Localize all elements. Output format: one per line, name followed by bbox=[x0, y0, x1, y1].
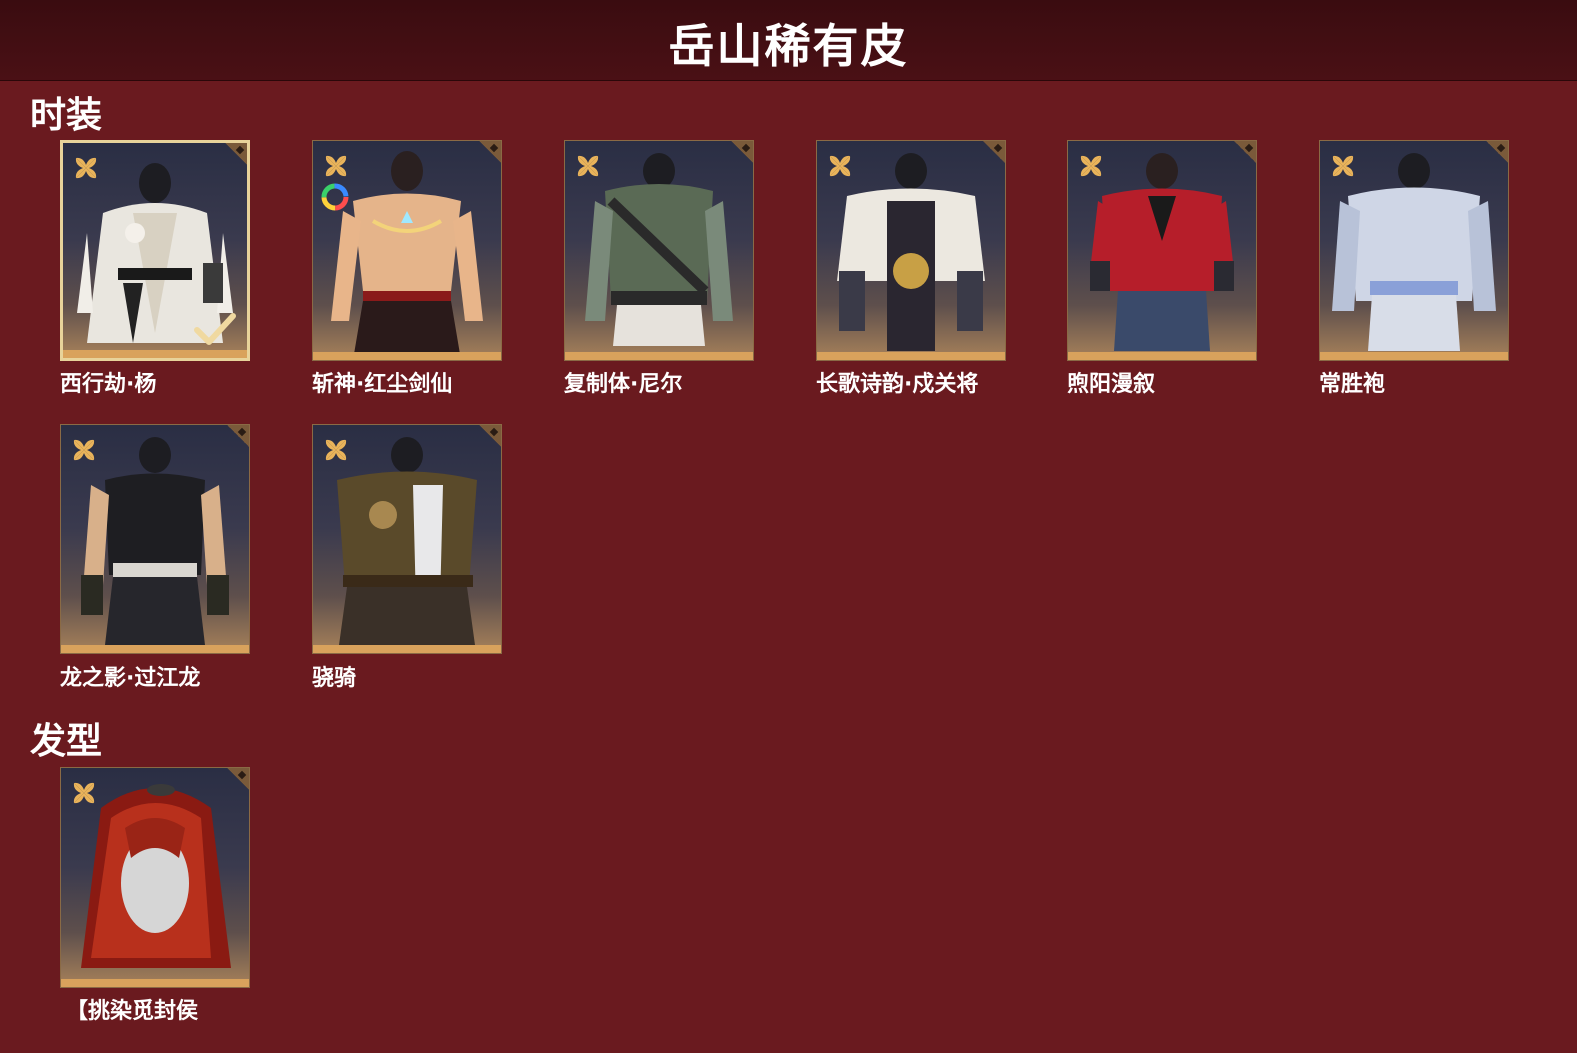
corner-tab-icon bbox=[479, 425, 501, 447]
card-bottom-strip bbox=[61, 979, 249, 987]
card-bottom-strip bbox=[313, 352, 501, 360]
four-petal-flower-icon bbox=[325, 439, 347, 461]
outfit-thumbnail bbox=[816, 140, 1006, 361]
outfit-card[interactable]: 斩神·红尘剑仙 bbox=[312, 140, 502, 397]
four-petal-flower-icon bbox=[577, 155, 599, 177]
hairstyle-name: 【挑染觅封侯 bbox=[66, 999, 199, 1024]
hairstyle-thumbnail bbox=[60, 767, 250, 988]
card-bottom-strip bbox=[1068, 352, 1256, 360]
outfit-thumbnail bbox=[1319, 140, 1509, 361]
corner-tab-icon bbox=[1234, 141, 1256, 163]
outfit-name: 骁骑 bbox=[312, 666, 357, 691]
color-ring-icon bbox=[321, 183, 349, 211]
section-label-hairstyles: 发型 bbox=[30, 721, 103, 762]
section-label-outfits: 时装 bbox=[30, 95, 103, 136]
outfit-thumbnail bbox=[312, 140, 502, 361]
outfit-thumbnail bbox=[60, 140, 250, 361]
card-bottom-strip bbox=[313, 645, 501, 653]
card-bottom-strip bbox=[63, 350, 247, 358]
four-petal-flower-icon bbox=[325, 155, 347, 177]
four-petal-flower-icon bbox=[75, 157, 97, 179]
outfit-name: 煦阳漫叙 bbox=[1067, 372, 1156, 397]
outfit-card[interactable]: 复制体·尼尔 bbox=[564, 140, 754, 397]
card-bottom-strip bbox=[565, 352, 753, 360]
corner-tab-icon bbox=[1486, 141, 1508, 163]
outfit-name: 西行劫·杨 bbox=[60, 372, 157, 397]
outfit-card[interactable]: 西行劫·杨 bbox=[60, 140, 250, 397]
hairstyle-card[interactable]: 【挑染觅封侯 bbox=[60, 767, 250, 1024]
page-title: 岳山稀有皮 bbox=[668, 19, 909, 73]
outfit-thumbnail bbox=[1067, 140, 1257, 361]
corner-tab-icon bbox=[227, 425, 249, 447]
four-petal-flower-icon bbox=[73, 439, 95, 461]
corner-tab-icon bbox=[479, 141, 501, 163]
outfit-card[interactable]: 骁骑 bbox=[312, 424, 502, 691]
outfit-name: 复制体·尼尔 bbox=[564, 372, 683, 397]
outfit-name: 龙之影·过江龙 bbox=[60, 666, 201, 691]
corner-tab-icon bbox=[983, 141, 1005, 163]
outfit-name: 长歌诗韵·戍关将 bbox=[816, 372, 979, 397]
corner-tab-icon bbox=[731, 141, 753, 163]
four-petal-flower-icon bbox=[829, 155, 851, 177]
outfit-card[interactable]: 龙之影·过江龙 bbox=[60, 424, 250, 691]
outfit-thumbnail bbox=[60, 424, 250, 654]
skin-collection-page: 岳山稀有皮 时装 西行劫·杨 斩神·红尘剑仙 复制体·尼尔 长歌诗韵·戍关将 煦… bbox=[0, 0, 1577, 1053]
four-petal-flower-icon bbox=[73, 782, 95, 804]
outfit-thumbnail bbox=[564, 140, 754, 361]
four-petal-flower-icon bbox=[1080, 155, 1102, 177]
outfit-card[interactable]: 长歌诗韵·戍关将 bbox=[816, 140, 1006, 397]
corner-tab-icon bbox=[225, 143, 247, 165]
card-bottom-strip bbox=[1320, 352, 1508, 360]
outfit-card[interactable]: 煦阳漫叙 bbox=[1067, 140, 1257, 397]
title-bar: 岳山稀有皮 bbox=[0, 0, 1577, 81]
four-petal-flower-icon bbox=[1332, 155, 1354, 177]
check-icon bbox=[194, 313, 236, 345]
outfit-name: 斩神·红尘剑仙 bbox=[312, 372, 453, 397]
corner-tab-icon bbox=[227, 768, 249, 790]
card-bottom-strip bbox=[817, 352, 1005, 360]
outfit-thumbnail bbox=[312, 424, 502, 654]
outfit-card[interactable]: 常胜袍 bbox=[1319, 140, 1509, 397]
card-bottom-strip bbox=[61, 645, 249, 653]
outfit-name: 常胜袍 bbox=[1319, 372, 1386, 397]
